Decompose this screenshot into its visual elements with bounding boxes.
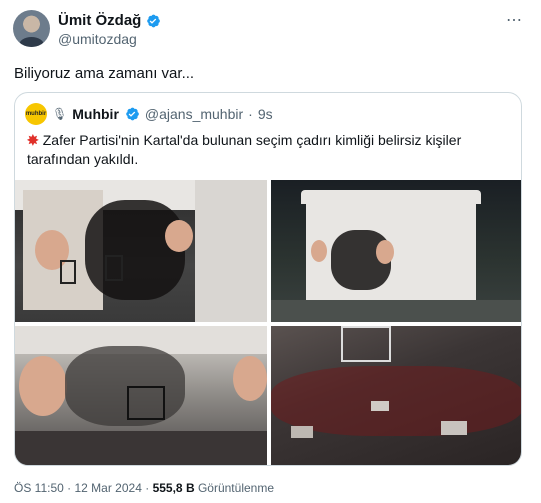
views-count: 555,8 B <box>152 481 195 495</box>
photo-burned-ground-debris[interactable] <box>271 326 521 465</box>
footer-separator: · <box>67 481 72 495</box>
collision-icon: ✸ <box>27 132 39 148</box>
footer-separator: · <box>145 481 150 495</box>
more-options-icon[interactable]: ⋯ <box>506 10 523 30</box>
quote-text-body: Zafer Partisi'nin Kartal'da bulunan seçi… <box>27 132 462 167</box>
author-handle[interactable]: @umitozdag <box>58 31 137 47</box>
tweet-date[interactable]: 12 Mar 2024 <box>75 481 142 495</box>
author-name[interactable]: Ümit Özdağ <box>58 12 141 29</box>
author-block: Ümit Özdağ <box>58 12 161 29</box>
quote-avatar[interactable]: muhbir <box>25 103 47 125</box>
quote-text: ✸ Zafer Partisi'nin Kartal'da bulunan seç… <box>27 131 507 169</box>
verified-badge-icon <box>126 107 139 121</box>
quote-author-name[interactable]: Muhbir <box>72 106 119 122</box>
verified-badge-icon <box>147 14 161 27</box>
quote-separator: · <box>248 106 253 122</box>
quoted-tweet-card[interactable]: muhbir 🎙 Muhbir @ajans_muhbir · 9s ✸ Zafe… <box>14 92 522 466</box>
photo-burned-tent-interior[interactable] <box>15 180 267 322</box>
tweet-time[interactable]: ÖS 11:50 <box>14 481 64 495</box>
photo-tent-interior-wide[interactable] <box>15 326 267 465</box>
photo-tent-exterior-night[interactable] <box>271 180 521 322</box>
author-avatar[interactable] <box>13 10 50 47</box>
views-label: Görüntülenme <box>197 481 274 495</box>
quote-header: muhbir 🎙 Muhbir @ajans_muhbir · 9s <box>25 103 273 125</box>
quote-handle[interactable]: @ajans_muhbir <box>145 106 243 122</box>
tweet-metadata: ÖS 11:50 · 12 Mar 2024 · 555,8 B Görüntü… <box>14 481 274 495</box>
tweet-text: Biliyoruz ama zamanı var... <box>14 65 195 82</box>
microphone-icon: 🎙 <box>52 107 68 121</box>
photo-grid <box>15 180 521 465</box>
quote-age[interactable]: 9s <box>258 106 273 122</box>
